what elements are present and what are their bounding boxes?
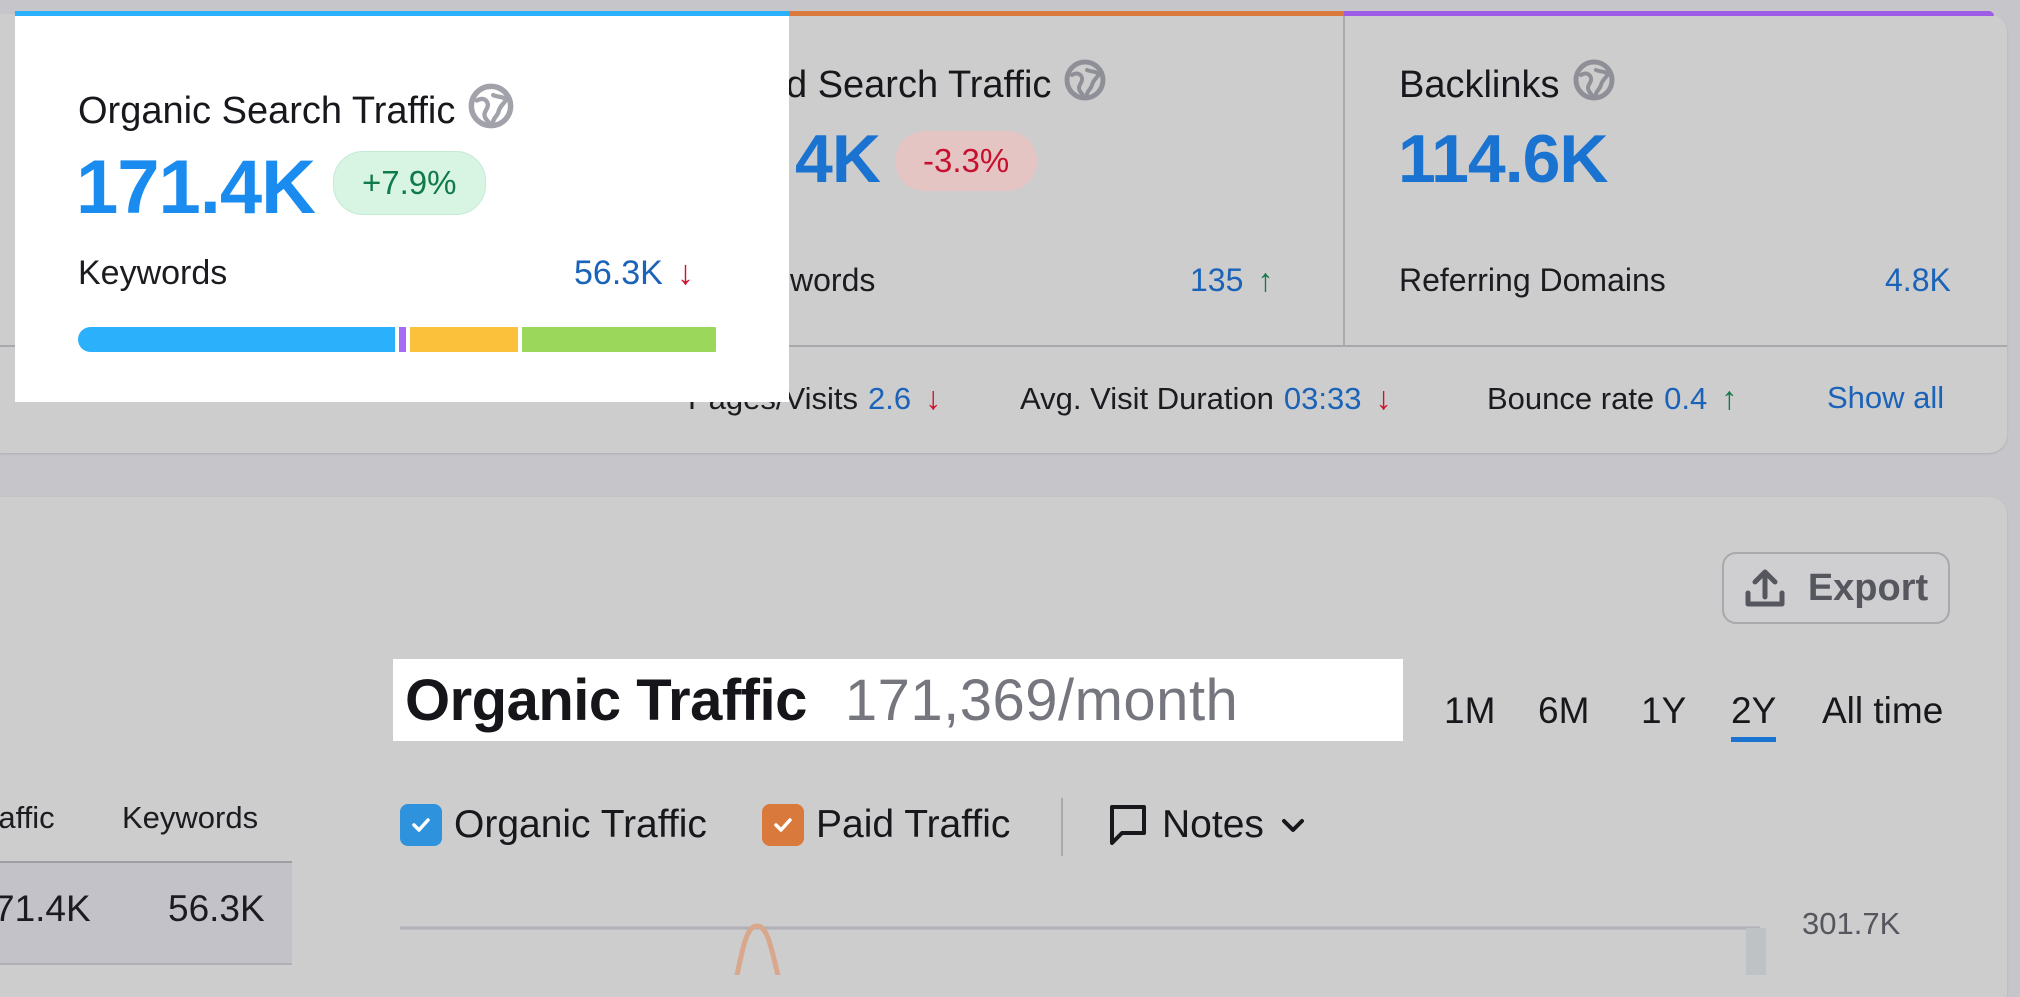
organic-accent-bar [15,11,789,16]
legend-divider [1061,798,1063,856]
arrow-up-icon: ↑ [1721,380,1738,416]
keyword-bar-segment-4[interactable] [521,327,717,352]
metric-bounce-rate[interactable]: Bounce rate 0.4 ↑ [1487,380,1737,417]
paid-keywords-number: 135 [1190,262,1244,298]
paid-card-title[interactable]: d Search Traffic [786,58,1107,112]
arrow-down-icon: ↓ [676,254,694,292]
metric-label: Bounce rate [1487,381,1655,416]
keyword-distribution-bar [78,327,726,352]
metric-avg-visit-duration[interactable]: Avg. Visit Duration 03:33 ↓ [1020,380,1391,417]
paid-traffic-checkbox[interactable]: Paid Traffic [762,800,1010,850]
metric-value: 0.4 [1664,381,1708,416]
period-6m[interactable]: 6M [1538,690,1589,732]
organic-change-badge: +7.9% [333,151,486,215]
comment-icon [1110,805,1146,845]
backlinks-accent-bar [1344,11,1994,16]
chart-hover-column [1746,928,1766,975]
backlinks-value: 114.6K [1398,121,1609,197]
keyword-bar-segment-1[interactable] [78,327,399,352]
metric-label: Avg. Visit Duration [1020,381,1274,416]
arrow-up-icon: ↑ [1257,262,1274,298]
legend-label: Organic Traffic [454,803,707,846]
notes-dropdown[interactable]: Notes [1108,800,1306,850]
period-all-time[interactable]: All time [1822,690,1943,732]
paid-traffic-line [734,923,781,975]
period-2y[interactable]: 2Y [1731,690,1777,742]
globe-icon [1572,58,1616,112]
table-header-keywords[interactable]: Keywords [122,800,258,836]
organic-card-title: Organic Search Traffic [78,82,515,140]
arrow-down-icon: ↓ [1375,380,1392,416]
legend-label: Paid Traffic [816,803,1011,846]
chart-subtitle: 171,369/month [844,667,1239,733]
organic-traffic-checkbox[interactable]: Organic Traffic [400,800,707,850]
organic-search-traffic-card[interactable]: Organic Search Traffic 171.4K +7.9% Keyw… [15,11,789,402]
globe-icon [467,82,515,140]
paid-keywords-value[interactable]: 135 ↑ [1190,262,1273,299]
globe-icon [1063,58,1107,112]
checkbox-checked-icon [400,804,442,846]
organic-keywords-label: Keywords [78,254,228,292]
referring-domains-label: Referring Domains [1399,262,1666,298]
chart-heading: Organic Traffic 171,369/month [393,659,1403,741]
show-all-link[interactable]: Show all [1827,380,1944,416]
arrow-down-icon: ↓ [925,380,942,416]
backlinks-title-text: Backlinks [1399,63,1560,106]
paid-traffic-value: 4K [795,121,881,197]
paid-title-text: d Search Traffic [786,63,1052,106]
paid-keywords-label: words [790,262,876,298]
card-divider [1343,16,1345,346]
keyword-bar-segment-3[interactable] [410,327,522,352]
keyword-bar-segment-2[interactable] [398,327,411,352]
upload-icon [1745,569,1785,607]
organic-keywords-value[interactable]: 56.3K ↓ [574,254,694,293]
checkbox-checked-icon [762,804,804,846]
chart-title: Organic Traffic [405,667,807,733]
backlinks-card-title[interactable]: Backlinks [1399,58,1616,112]
export-button[interactable]: Export [1722,552,1950,624]
export-label: Export [1807,566,1929,609]
paid-change-badge: -3.3% [895,131,1038,191]
traffic-chart [400,923,1766,975]
period-1m[interactable]: 1M [1444,690,1495,732]
organic-traffic-value: 171.4K [76,145,316,230]
organic-title-text: Organic Search Traffic [78,89,456,132]
chevron-down-icon [1281,819,1304,832]
table-header-traffic[interactable]: raffic [0,800,55,836]
paid-accent-bar [789,11,1344,16]
referring-domains-value[interactable]: 4.8K [1885,262,1951,299]
metric-value: 03:33 [1283,381,1362,416]
y-axis-max-label: 301.7K [1802,906,1901,941]
period-1y[interactable]: 1Y [1641,690,1686,732]
notes-label: Notes [1162,803,1264,846]
metric-value: 2.6 [868,381,912,416]
organic-keywords-number: 56.3K [574,254,663,292]
